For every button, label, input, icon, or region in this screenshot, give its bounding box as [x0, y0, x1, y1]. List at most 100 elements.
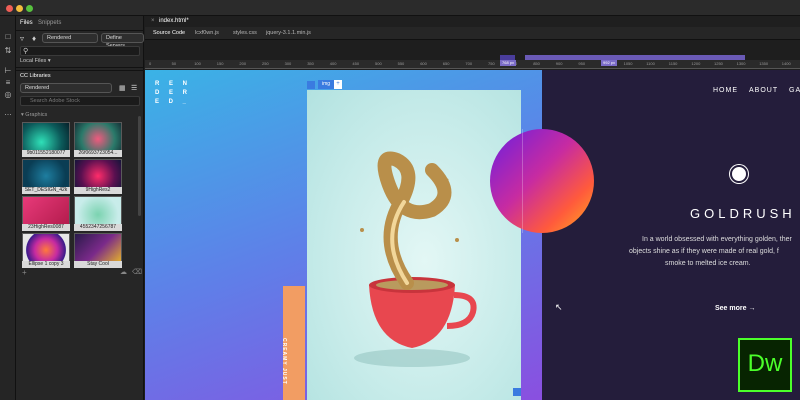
ruler-tick-label: 250: [262, 61, 269, 66]
element-menu-icon[interactable]: [307, 81, 315, 89]
ruler-tick-label: 950: [578, 61, 586, 66]
ruler-tick-label: 1350: [759, 61, 769, 66]
ruler-tick-label: 1100: [646, 61, 655, 66]
ruler-tick-label: 450: [352, 61, 360, 66]
more-icon[interactable]: …: [3, 108, 13, 118]
ruler-tick-label: 700: [465, 61, 473, 66]
zoom-window-button[interactable]: [26, 5, 33, 12]
file-icon[interactable]: □: [3, 32, 13, 42]
thumbnail-label: 4552347256787: [74, 224, 122, 231]
site-logo[interactable]: R E N D E R E D _: [155, 80, 191, 107]
ruler-tick-label: 350: [307, 61, 314, 66]
tab-index-html[interactable]: index.html*: [159, 18, 189, 24]
thumbnail-label: 26f0693723054...: [74, 150, 122, 157]
transfer-icon[interactable]: ⇅: [3, 46, 13, 56]
tab-snippets[interactable]: Snippets: [38, 20, 61, 26]
stock-search-placeholder: Search Adobe Stock: [30, 98, 80, 104]
live-view[interactable]: R E N D E R E D _ CREAMY JUST HOME ABOUT…: [145, 70, 800, 400]
media-query-marker[interactable]: 768 px: [500, 60, 517, 66]
tag-icon[interactable]: ♦: [32, 34, 36, 43]
align-icon[interactable]: ≡: [3, 78, 13, 88]
ruler-tick-label: 1200: [691, 61, 701, 66]
search-icon: ⚲: [23, 48, 29, 55]
ruler-tick-label: 150: [216, 61, 224, 66]
dreamweaver-logo: Dw: [738, 338, 792, 392]
thumbnail-label: Stay Cool: [74, 261, 122, 268]
local-files-label[interactable]: Local Files ▾: [20, 58, 51, 64]
stock-search-input[interactable]: Search Adobe Stock: [20, 96, 140, 106]
nav-home[interactable]: HOME: [713, 87, 738, 94]
ruler-tick-label: 600: [420, 61, 427, 66]
cursor-icon: ↖: [555, 302, 563, 312]
hero-image-card[interactable]: [307, 90, 521, 400]
list-view-icon[interactable]: ☰: [131, 84, 137, 92]
divider: [16, 70, 144, 71]
define-servers-button[interactable]: Define Servers: [101, 33, 144, 49]
grid-view-icon[interactable]: ▦: [119, 84, 126, 92]
panel-scrollbar[interactable]: [138, 116, 141, 216]
nav-about[interactable]: ABOUT: [749, 87, 778, 94]
site-row: ▿ ♦ Rendered Define Servers: [20, 33, 144, 49]
hero-paragraph-line: In a world obsessed with everything gold…: [642, 236, 792, 243]
thumbnail-label: 9HighRes2: [74, 187, 122, 194]
ruler-tick-label: 200: [239, 61, 247, 66]
minimize-window-button[interactable]: [16, 5, 23, 12]
related-files-bar: Source Code lcxf0wn.js styles.css jquery…: [145, 27, 800, 40]
close-window-button[interactable]: [6, 5, 13, 12]
related-file-tab[interactable]: jquery-3.1.1.min.js: [266, 30, 311, 36]
ruler-tick-label: 850: [533, 61, 540, 66]
ruler-tick-label: 650: [442, 61, 450, 66]
library-select[interactable]: Rendered: [20, 83, 112, 93]
left-toolbar: □ ⇅ ⊢ ≡ ◎ …: [0, 16, 16, 400]
related-file-tab[interactable]: Source Code: [153, 30, 185, 36]
vertical-caption: CREAMY JUST: [281, 338, 287, 385]
cc-libraries-title: CC Libraries: [20, 73, 51, 79]
gradient-circle[interactable]: [490, 129, 594, 233]
guide-line: [522, 129, 523, 233]
ruler-tick-label: 50: [171, 61, 177, 66]
add-class-icon[interactable]: +: [334, 80, 342, 89]
ruler-tick-label: 100: [194, 61, 201, 66]
brand-avatar: [730, 165, 748, 183]
ruler-tick-label: 550: [397, 61, 405, 66]
add-icon[interactable]: +: [22, 268, 27, 277]
filter-icon[interactable]: ▿: [20, 34, 24, 43]
target-icon[interactable]: ◎: [3, 90, 13, 100]
ruler-tick-label: 900: [555, 61, 563, 66]
hero-title: GOLDRUSH: [690, 206, 796, 221]
divider: [16, 67, 144, 68]
files-search-input[interactable]: ⚲: [20, 46, 140, 56]
thumbnail-label: Ellipse 1 copy 3: [22, 261, 70, 268]
ruler-tick-label: 1050: [623, 61, 633, 66]
cloud-icon[interactable]: ☁: [120, 268, 127, 276]
nav-gallery[interactable]: GA: [789, 87, 800, 94]
media-query-marker[interactable]: 992 px: [601, 60, 618, 66]
thumbnail-label: SET_DESIGN_42k: [22, 187, 70, 194]
logo-line: R E N: [155, 81, 192, 87]
element-tag-badge[interactable]: img: [318, 80, 335, 89]
logo-line: D E R: [155, 90, 192, 96]
ruler-tick-label: 300: [284, 61, 292, 66]
golden-cup-illustration: [354, 151, 477, 367]
ruler-tick-label: 400: [329, 61, 337, 66]
ruler-tick-label: 750: [488, 61, 495, 66]
tab-files[interactable]: Files: [20, 20, 33, 26]
thumbnail-label: 9b011552180077: [22, 150, 70, 157]
trash-icon[interactable]: ⌫: [132, 268, 142, 276]
logo-line: E D _: [155, 99, 191, 105]
graphics-heading[interactable]: ▾ Graphics: [21, 112, 47, 118]
hero-paragraph-line: objects shine as if they were made of re…: [629, 248, 779, 255]
close-icon[interactable]: ×: [151, 18, 155, 24]
files-panel: Files Snippets ▿ ♦ Rendered Define Serve…: [16, 16, 144, 400]
ruler-tick-label: 1150: [668, 61, 678, 66]
related-file-tab[interactable]: styles.css: [233, 30, 257, 36]
resize-handle[interactable]: [513, 388, 521, 396]
code-icon[interactable]: ⊢: [3, 66, 13, 76]
see-more-link[interactable]: See more →: [715, 305, 755, 312]
divider: [16, 30, 144, 31]
related-file-tab[interactable]: lcxf0wn.js: [195, 30, 219, 36]
ruler-tick-label: 1300: [736, 61, 746, 66]
site-select[interactable]: Rendered: [42, 33, 98, 43]
document-tab-bar: × index.html*: [145, 16, 800, 27]
title-bar: [0, 0, 800, 16]
